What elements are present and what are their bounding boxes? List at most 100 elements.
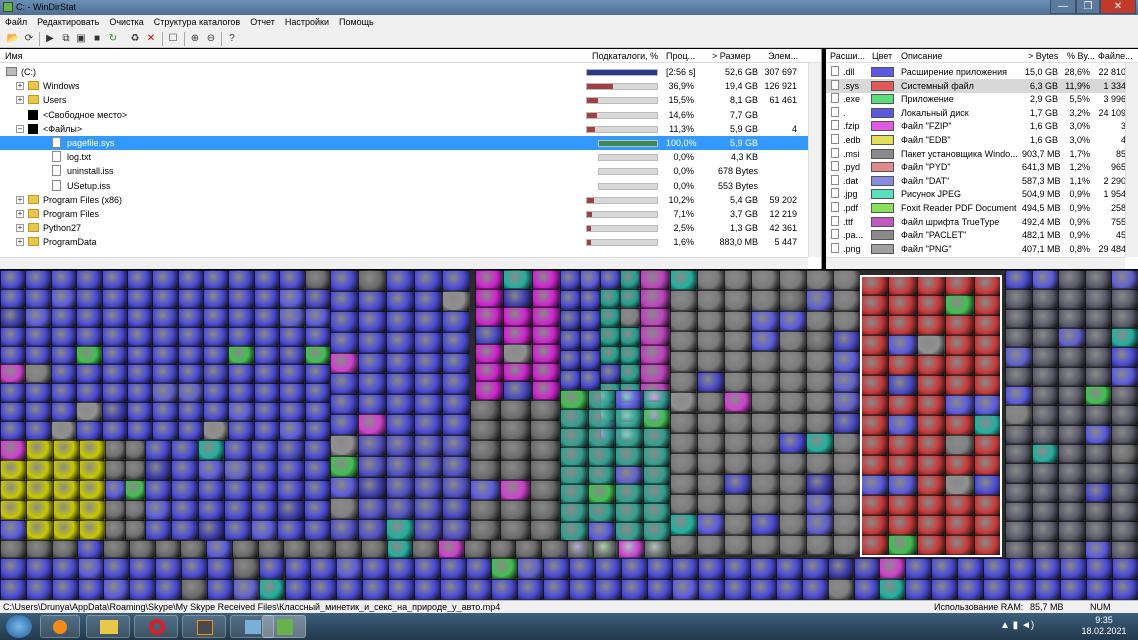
treemap-cell[interactable]	[805, 453, 833, 474]
treemap-cell[interactable]	[724, 351, 752, 372]
ext-row[interactable]: .msi Пакет установщика Windo... 903,7 MB 1,…	[826, 147, 1126, 161]
treemap-cell[interactable]	[414, 498, 442, 519]
treemap-cell[interactable]	[697, 432, 725, 454]
extension-list-pane[interactable]: Расши... Цвет Описание > Bytes % By... Ф…	[826, 49, 1138, 269]
treemap-cell[interactable]	[197, 460, 225, 480]
treemap-cell[interactable]	[284, 579, 311, 600]
treemap-cell[interactable]	[224, 480, 251, 500]
treemap-cell[interactable]	[250, 520, 278, 540]
treemap-cell[interactable]	[778, 351, 806, 372]
treemap-cell[interactable]	[78, 500, 105, 520]
treemap-cell[interactable]	[442, 435, 470, 456]
col-files[interactable]: Файле...	[1098, 51, 1133, 61]
treemap-cell[interactable]	[642, 408, 670, 428]
treemap-cell[interactable]	[724, 331, 752, 352]
treemap-cell[interactable]	[982, 558, 1009, 579]
treemap-cell[interactable]	[778, 432, 806, 454]
cmd-icon[interactable]: ■	[90, 32, 104, 45]
treemap-cell[interactable]	[751, 534, 779, 555]
treemap-cell[interactable]	[258, 579, 285, 600]
tree-row[interactable]: + Users 15,5% 8,1 GB 61 461	[0, 93, 808, 107]
treemap-cell[interactable]	[197, 520, 225, 540]
treemap-cell[interactable]	[750, 558, 776, 579]
treemap-cell[interactable]	[386, 456, 414, 477]
treemap-cell[interactable]	[1084, 463, 1112, 483]
treemap-cell[interactable]	[543, 558, 569, 579]
taskbar-app-avast[interactable]	[40, 615, 80, 638]
treemap-cell[interactable]	[640, 345, 670, 364]
treemap-cell[interactable]	[330, 290, 358, 312]
treemap-cell[interactable]	[250, 500, 278, 520]
treemap-cell[interactable]	[358, 498, 386, 519]
treemap-cell[interactable]	[1005, 463, 1032, 483]
treemap-cell[interactable]	[228, 307, 254, 327]
treemap-cell[interactable]	[1112, 558, 1138, 579]
treemap-cell[interactable]	[1111, 482, 1138, 502]
treemap-cell[interactable]	[358, 352, 386, 374]
recycle-icon[interactable]: ♻	[128, 32, 142, 45]
copy-icon[interactable]: ⧉	[59, 32, 73, 45]
treemap-cell[interactable]	[228, 270, 254, 289]
treemap-cell[interactable]	[50, 383, 77, 403]
treemap-cell[interactable]	[805, 493, 833, 515]
treemap-cell[interactable]	[101, 326, 127, 346]
treemap-cell[interactable]	[362, 579, 388, 600]
treemap-cell[interactable]	[152, 345, 178, 365]
treemap-cell[interactable]	[224, 460, 251, 480]
treemap-cell[interactable]	[0, 421, 26, 440]
treemap-cell[interactable]	[152, 402, 178, 422]
treemap-cell[interactable]	[517, 579, 544, 600]
treemap-cell[interactable]	[26, 460, 53, 480]
treemap-cell[interactable]	[670, 331, 698, 352]
treemap-cell[interactable]	[51, 558, 78, 579]
treemap-cell[interactable]	[832, 412, 860, 433]
treemap-cell[interactable]	[805, 371, 833, 393]
treemap-cell[interactable]	[751, 493, 779, 515]
treemap-cell[interactable]	[277, 440, 304, 460]
treemap-cell[interactable]	[1008, 579, 1035, 600]
treemap-cell[interactable]	[101, 288, 127, 308]
treemap-cell[interactable]	[1111, 289, 1138, 309]
treemap-cell[interactable]	[1111, 444, 1138, 464]
treemap-cell[interactable]	[303, 500, 330, 520]
treemap-cell[interactable]	[594, 579, 621, 600]
treemap-cell[interactable]	[414, 373, 442, 394]
treemap-cell[interactable]	[0, 307, 26, 327]
treemap-cell[interactable]	[560, 408, 588, 428]
treemap-cell[interactable]	[646, 579, 673, 600]
treemap-cell[interactable]	[358, 435, 386, 456]
treemap-cell[interactable]	[224, 440, 251, 460]
treemap-cell[interactable]	[832, 270, 860, 291]
treemap-cell[interactable]	[203, 421, 229, 440]
treemap-cell[interactable]	[531, 362, 560, 382]
treemap-cell[interactable]	[26, 500, 53, 520]
treemap-cell[interactable]	[644, 540, 670, 558]
treemap-cell[interactable]	[25, 307, 51, 327]
treemap-cell[interactable]	[105, 480, 125, 500]
start-button[interactable]	[6, 615, 32, 638]
treemap-cell[interactable]	[0, 520, 27, 540]
treemap-cell[interactable]	[1031, 463, 1059, 483]
treemap-cell[interactable]	[414, 352, 442, 374]
treemap-cell[interactable]	[751, 290, 779, 311]
treemap-cell[interactable]	[105, 520, 125, 540]
treemap-cell[interactable]	[1058, 482, 1085, 502]
treemap-cell[interactable]	[805, 514, 833, 535]
treemap-cell[interactable]	[442, 393, 470, 415]
treemap-cell[interactable]	[253, 345, 280, 365]
treemap-cell[interactable]	[1084, 308, 1112, 328]
treemap-cell[interactable]	[76, 326, 102, 346]
treemap-cell[interactable]	[304, 326, 330, 346]
minimize-button[interactable]: —	[1050, 0, 1076, 14]
treemap-cell[interactable]	[50, 364, 77, 384]
treemap-cell[interactable]	[832, 290, 860, 311]
treemap-cell[interactable]	[697, 331, 725, 352]
treemap-cell[interactable]	[620, 270, 640, 289]
treemap-cell[interactable]	[670, 351, 698, 372]
treemap-cell[interactable]	[805, 310, 833, 332]
treemap-cell[interactable]	[620, 326, 640, 346]
treemap-cell[interactable]	[258, 558, 285, 579]
treemap-cell[interactable]	[330, 435, 358, 456]
ext-row[interactable]: .edb Файл "EDB" 1,6 GB 3,0% 4	[826, 133, 1126, 147]
treemap-cell[interactable]	[387, 579, 414, 600]
